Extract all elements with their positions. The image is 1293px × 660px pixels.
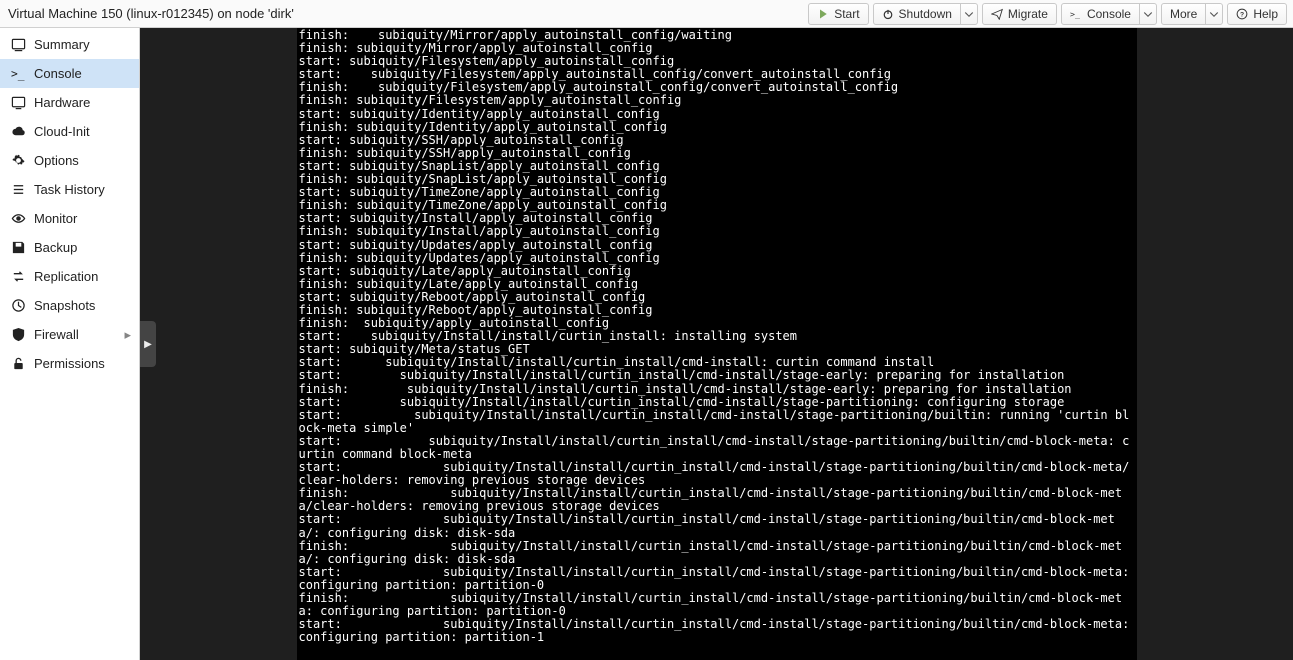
list-icon xyxy=(10,182,26,198)
sidebar-item-hardware[interactable]: Hardware xyxy=(0,88,139,117)
more-button[interactable]: More xyxy=(1161,3,1206,25)
sidebar-item-backup[interactable]: Backup xyxy=(0,233,139,262)
migrate-button[interactable]: Migrate xyxy=(982,3,1057,25)
sidebar-item-label: Hardware xyxy=(34,95,90,110)
sidebar-item-label: Monitor xyxy=(34,211,77,226)
sync-icon xyxy=(10,269,26,285)
sidebar-item-summary[interactable]: Summary xyxy=(0,30,139,59)
gear-icon xyxy=(10,153,26,169)
start-label: Start xyxy=(834,7,859,21)
sidebar-item-label: Task History xyxy=(34,182,105,197)
sidebar-item-cloud-init[interactable]: Cloud-Init xyxy=(0,117,139,146)
vm-console-output[interactable]: finish: subiquity/Mirror/apply_autoinsta… xyxy=(297,28,1137,660)
sidebar-item-label: Cloud-Init xyxy=(34,124,90,139)
chevron-right-icon: ▸ xyxy=(124,327,131,343)
console-button[interactable]: >_ Console xyxy=(1061,3,1140,25)
page-title: Virtual Machine 150 (linux-r012345) on n… xyxy=(0,6,808,21)
sidebar-item-label: Console xyxy=(34,66,82,81)
sidebar-item-permissions[interactable]: Permissions xyxy=(0,349,139,378)
sidebar-item-monitor[interactable]: Monitor xyxy=(0,204,139,233)
shutdown-button[interactable]: Shutdown xyxy=(873,3,961,25)
shield-icon xyxy=(10,327,26,343)
console-dropdown[interactable] xyxy=(1139,3,1157,25)
start-button[interactable]: Start xyxy=(808,3,868,25)
sidebar-item-snapshots[interactable]: Snapshots xyxy=(0,291,139,320)
console-label: Console xyxy=(1087,7,1131,21)
sidebar-item-replication[interactable]: Replication xyxy=(0,262,139,291)
sidebar-item-label: Replication xyxy=(34,269,98,284)
sidebar-item-label: Permissions xyxy=(34,356,105,371)
help-label: Help xyxy=(1253,7,1278,21)
unlock-icon xyxy=(10,356,26,372)
migrate-label: Migrate xyxy=(1008,7,1048,21)
cloud-icon xyxy=(10,124,26,140)
hardware-icon xyxy=(10,95,26,111)
summary-icon xyxy=(10,37,26,53)
shutdown-dropdown[interactable] xyxy=(960,3,978,25)
sidebar-item-console[interactable]: >_ Console xyxy=(0,59,139,88)
more-dropdown[interactable] xyxy=(1205,3,1223,25)
toolbar: Start Shutdown Migrate >_ Console More xyxy=(808,3,1293,25)
more-label: More xyxy=(1170,7,1197,21)
chevron-down-icon xyxy=(1142,8,1154,20)
chevron-down-icon xyxy=(963,8,975,20)
terminal-icon: >_ xyxy=(1070,8,1082,20)
history-icon xyxy=(10,298,26,314)
eye-icon xyxy=(10,211,26,227)
sidebar-item-label: Backup xyxy=(34,240,77,255)
sidebar: Summary >_ Console Hardware Cloud-Init Op… xyxy=(0,28,140,660)
shutdown-label: Shutdown xyxy=(899,7,952,21)
help-icon: ? xyxy=(1236,8,1248,20)
paper-plane-icon xyxy=(991,8,1003,20)
sidebar-item-firewall[interactable]: Firewall ▸ xyxy=(0,320,139,349)
sidebar-item-options[interactable]: Options xyxy=(0,146,139,175)
sidebar-item-label: Options xyxy=(34,153,79,168)
chevron-down-icon xyxy=(1208,8,1220,20)
svg-text:?: ? xyxy=(1240,11,1244,18)
svg-text:>_: >_ xyxy=(11,67,25,80)
power-icon xyxy=(882,8,894,20)
svg-text:>_: >_ xyxy=(1070,9,1080,19)
sidebar-item-label: Firewall xyxy=(34,327,79,342)
help-button[interactable]: ? Help xyxy=(1227,3,1287,25)
terminal-icon: >_ xyxy=(10,66,26,82)
sidebar-item-task-history[interactable]: Task History xyxy=(0,175,139,204)
content-area: ▶ finish: subiquity/Mirror/apply_autoins… xyxy=(140,28,1293,660)
sidebar-collapse-handle[interactable]: ▶ xyxy=(140,321,156,367)
save-icon xyxy=(10,240,26,256)
play-icon xyxy=(817,8,829,20)
sidebar-item-label: Summary xyxy=(34,37,90,52)
sidebar-item-label: Snapshots xyxy=(34,298,95,313)
